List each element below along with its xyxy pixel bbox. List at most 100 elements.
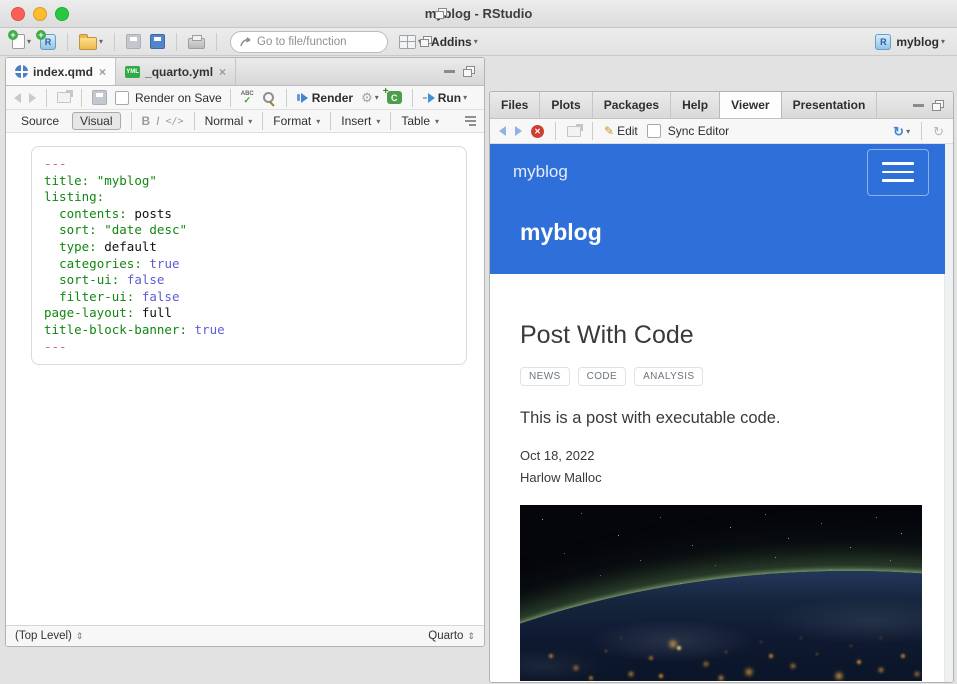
source-mode-button[interactable]: Source: [14, 113, 66, 129]
minimize-pane-icon[interactable]: [444, 70, 455, 73]
back-arrow-icon: [499, 126, 506, 136]
tab-help[interactable]: Help: [671, 92, 720, 118]
filetype-selector[interactable]: Quarto⇕: [428, 630, 475, 642]
tab-label: index.qmd: [33, 65, 93, 79]
minimize-window-button[interactable]: [33, 7, 47, 21]
viewer-tabbar: Files Plots Packages Help Viewer Present…: [490, 92, 953, 119]
close-icon[interactable]: ×: [219, 65, 226, 79]
chevron-down-icon: ▾: [375, 93, 379, 102]
project-menu-button[interactable]: Rmyblog▾: [873, 31, 947, 53]
panes-grid-icon: [399, 35, 416, 49]
search-icon: [262, 91, 276, 105]
viewer-back-button[interactable]: [497, 120, 508, 142]
new-file-icon: +: [12, 34, 25, 49]
outline-toggle-icon[interactable]: [465, 116, 476, 126]
traffic-lights: [11, 7, 69, 21]
format-menu[interactable]: Format▾: [273, 114, 320, 128]
refresh-icon: ↻: [933, 125, 944, 138]
open-file-button[interactable]: ▾: [77, 31, 105, 53]
category-badge[interactable]: NEWS: [520, 367, 570, 386]
tab-label: _quarto.yml: [145, 65, 213, 79]
print-button[interactable]: [186, 31, 207, 53]
viewer-forward-button[interactable]: [513, 120, 524, 142]
tab-index-qmd[interactable]: index.qmd ×: [6, 58, 116, 85]
viewer-pane: Files Plots Packages Help Viewer Present…: [489, 91, 954, 683]
hamburger-menu-button[interactable]: [867, 149, 929, 196]
post-date: Oct 18, 2022: [520, 445, 913, 467]
scope-selector[interactable]: (Top Level)⇕: [15, 630, 83, 642]
viewer-popout-button[interactable]: [565, 120, 583, 142]
maximize-pane-icon[interactable]: [932, 100, 944, 111]
back-button[interactable]: [12, 87, 23, 109]
tab-files[interactable]: Files: [490, 92, 540, 118]
save-document-button[interactable]: [90, 87, 109, 109]
open-in-window-button[interactable]: [55, 87, 73, 109]
blog-navbar: myblog: [490, 144, 945, 200]
code-button[interactable]: </>: [166, 116, 184, 127]
restore-pane-icon[interactable]: [435, 8, 447, 19]
goto-file-input[interactable]: Go to file/function: [230, 31, 388, 53]
viewer-sync-button[interactable]: ↻▾: [891, 120, 912, 142]
tab-plots[interactable]: Plots: [540, 92, 592, 118]
city-lights-decoration: [520, 505, 522, 507]
blog-navbar-title[interactable]: myblog: [513, 162, 568, 182]
code-block[interactable]: ---title: "myblog"listing: contents: pos…: [31, 146, 467, 365]
save-all-button[interactable]: [148, 31, 167, 53]
new-file-button[interactable]: +▾: [10, 31, 33, 53]
render-icon: [297, 93, 308, 103]
chevron-down-icon: ▾: [463, 93, 467, 102]
post-title: Post With Code: [520, 321, 913, 350]
chevron-down-icon: ▾: [316, 117, 320, 126]
addins-button[interactable]: Addins▾: [429, 31, 480, 53]
close-window-button[interactable]: [11, 7, 25, 21]
save-button[interactable]: [124, 31, 143, 53]
run-button[interactable]: Run▾: [421, 87, 469, 109]
quarto-file-icon: [15, 65, 28, 78]
stop-icon: ✕: [531, 125, 544, 138]
category-badge[interactable]: ANALYSIS: [634, 367, 703, 386]
tab-quarto-yml[interactable]: YML _quarto.yml ×: [116, 58, 236, 85]
viewer-edit-button[interactable]: ✎Edit: [602, 120, 640, 142]
minimize-pane-icon[interactable]: [913, 104, 924, 107]
paragraph-style-dropdown[interactable]: Normal▾: [205, 114, 253, 128]
find-replace-button[interactable]: [260, 87, 278, 109]
blog-post: Post With Code NEWS CODE ANALYSIS This i…: [520, 274, 913, 489]
table-menu[interactable]: Table▾: [401, 114, 439, 128]
chevron-down-icon: ▾: [906, 127, 910, 136]
insert-chunk-button[interactable]: C: [385, 87, 404, 109]
save-icon: [92, 90, 107, 105]
spellcheck-button[interactable]: ABC✓: [239, 87, 256, 109]
blog-banner-title: myblog: [520, 219, 602, 246]
viewer-stop-button[interactable]: ✕: [529, 120, 546, 142]
bold-button[interactable]: B: [142, 114, 151, 128]
zoom-window-button[interactable]: [55, 7, 69, 21]
viewer-toolbar: ✕ ✎Edit Sync Editor ↻▾ ↻: [490, 119, 953, 144]
render-button[interactable]: Render: [295, 87, 355, 109]
tab-presentation[interactable]: Presentation: [782, 92, 878, 118]
tab-viewer[interactable]: Viewer: [720, 92, 781, 118]
checkbox-icon: [115, 91, 129, 105]
render-options-button[interactable]: ⚙▾: [359, 87, 381, 109]
tab-packages[interactable]: Packages: [593, 92, 671, 118]
sync-editor-checkbox[interactable]: [645, 120, 663, 142]
back-arrow-icon: [14, 93, 21, 103]
forward-button[interactable]: [27, 87, 38, 109]
close-icon[interactable]: ×: [99, 65, 106, 79]
viewer-content: myblog myblog Post With Code NEWS CODE A…: [490, 144, 953, 682]
italic-button[interactable]: I: [156, 114, 159, 128]
updown-icon: ⇕: [467, 631, 475, 642]
visual-editor-canvas[interactable]: ---title: "myblog"listing: contents: pos…: [6, 133, 484, 625]
project-icon: R: [875, 34, 891, 50]
viewer-refresh-button[interactable]: ↻: [931, 120, 946, 142]
new-project-button[interactable]: R+: [38, 31, 58, 53]
visual-mode-button[interactable]: Visual: [72, 112, 120, 130]
source-pane: index.qmd × YML _quarto.yml × Render on …: [5, 57, 485, 647]
rstudio-window: myblog - RStudio +▾ R+ ▾ Go to file/func…: [0, 0, 957, 684]
restore-pane-icon[interactable]: [420, 36, 432, 47]
viewer-scrollbar[interactable]: [944, 144, 953, 682]
insert-menu[interactable]: Insert▾: [341, 114, 380, 128]
category-badge[interactable]: CODE: [578, 367, 627, 386]
maximize-pane-icon[interactable]: [463, 66, 475, 77]
forward-arrow-icon: [515, 126, 522, 136]
render-on-save-checkbox[interactable]: [113, 87, 131, 109]
